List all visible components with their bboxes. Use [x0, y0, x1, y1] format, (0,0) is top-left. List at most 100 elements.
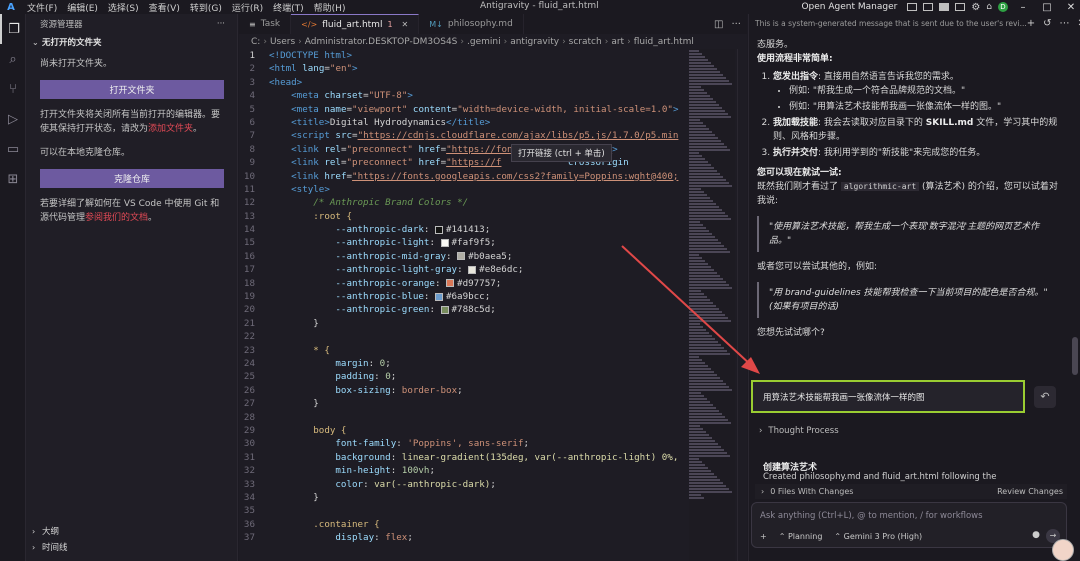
menu-item[interactable]: 帮助(H) [309, 1, 351, 14]
agent-scrollbar[interactable] [1070, 32, 1080, 486]
menu-item[interactable]: 运行(R) [227, 1, 268, 14]
code-line[interactable]: 21 } [239, 317, 747, 330]
add-folder-link[interactable]: 添加文件夹 [148, 124, 193, 134]
breadcrumb-item[interactable]: .gemini [467, 37, 501, 47]
code-line[interactable]: 7 <script src="https://cdnjs.cloudflare.… [239, 129, 747, 142]
tab-fluid-art-html[interactable]: </> fluid_art.html 1 ✕ [291, 14, 420, 34]
code-line[interactable]: 12 /* Anthropic Brand Colors */ [239, 196, 747, 209]
mode-selector[interactable]: ⌃ Planning [779, 532, 823, 541]
no-folder-section[interactable]: ⌄ 无打开的文件夹 [26, 34, 237, 50]
code-line[interactable]: 36 .container { [239, 518, 747, 531]
code-line[interactable]: 9 <link rel="preconnect" href="https://f… [239, 156, 747, 169]
maximize-icon[interactable]: □ [1038, 2, 1056, 13]
breadcrumb-item[interactable]: Users [270, 37, 295, 47]
add-context-icon[interactable]: + [760, 532, 767, 541]
code-line[interactable]: 33 color: var(--anthropic-dark); [239, 478, 747, 491]
code-line[interactable]: 2 <html lang="en"> [239, 62, 747, 75]
breadcrumb-item[interactable]: art [611, 37, 624, 47]
code-line[interactable]: 19 --anthropic-blue: #6a9bcc; [239, 290, 747, 303]
customize-layout-icon[interactable] [955, 3, 966, 11]
microphone-icon[interactable]: ● [1032, 530, 1040, 540]
clone-repo-button[interactable]: 克隆仓库 [40, 169, 224, 188]
editor-scrollbar[interactable] [737, 49, 747, 561]
extensions-icon[interactable]: ⊞ [0, 164, 26, 194]
code-line[interactable]: 16 --anthropic-mid-gray: #b0aea5; [239, 250, 747, 263]
close-window-icon[interactable]: ✕ [1062, 2, 1080, 13]
code-line[interactable]: 13 :root { [239, 210, 747, 223]
code-line[interactable]: 29 body { [239, 424, 747, 437]
breadcrumb-item[interactable]: antigravity [510, 37, 559, 47]
more-actions-icon[interactable]: ··· [217, 19, 225, 29]
menu-item[interactable]: 查看(V) [144, 1, 185, 14]
code-line[interactable]: 17 --anthropic-light-gray: #e8e6dc; [239, 263, 747, 276]
outline-section[interactable]: › 大纲 [26, 524, 238, 538]
code-line[interactable]: 11 <style> [239, 183, 747, 196]
bell-icon[interactable]: ⌂ [986, 2, 992, 12]
menu-item[interactable]: 选择(S) [103, 1, 144, 14]
code-line[interactable]: 27 } [239, 397, 747, 410]
code-line[interactable]: 1 <!DOCTYPE html> [239, 49, 747, 62]
chevron-right-icon[interactable]: › [761, 487, 764, 496]
code-line[interactable]: 32 min-height: 100vh; [239, 464, 747, 477]
menu-item[interactable]: 文件(F) [22, 1, 62, 14]
code-line[interactable]: 31 background: linear-gradient(135deg, v… [239, 451, 747, 464]
breadcrumb-item[interactable]: C: [251, 37, 260, 47]
code-line[interactable]: 23 * { [239, 344, 747, 357]
review-changes-button[interactable]: Review Changes [997, 487, 1067, 496]
code-line[interactable]: 24 margin: 0; [239, 357, 747, 370]
minimize-icon[interactable]: – [1014, 2, 1032, 13]
history-icon[interactable]: ↺ [1043, 18, 1051, 29]
split-editor-icon[interactable]: ◫ [714, 19, 723, 30]
model-selector[interactable]: ⌃ Gemini 3 Pro (High) [834, 532, 922, 541]
code-line[interactable]: 34 } [239, 491, 747, 504]
remote-explorer-icon[interactable]: ▭ [0, 134, 26, 164]
new-chat-icon[interactable]: + [1027, 18, 1035, 29]
code-line[interactable]: 4 <meta charset="UTF-8"> [239, 89, 747, 102]
undo-icon[interactable]: ↶ [1034, 386, 1056, 408]
scroll-thumb[interactable] [1072, 337, 1078, 375]
code-line[interactable]: 37 display: flex; [239, 531, 747, 544]
explorer-icon[interactable]: ❐ [0, 14, 26, 44]
settings-gear-icon[interactable]: ⚙ [971, 2, 980, 13]
code-line[interactable]: 18 --anthropic-orange: #d97757; [239, 277, 747, 290]
thought-process-toggle[interactable]: › Thought Process [759, 426, 839, 436]
breadcrumb-item[interactable]: scratch [569, 37, 602, 47]
minimap[interactable] [689, 49, 735, 561]
open-agent-manager-link[interactable]: Open Agent Manager [801, 2, 897, 12]
menu-item[interactable]: 转到(G) [185, 1, 227, 14]
search-icon[interactable]: ⌕ [0, 44, 26, 74]
code-editor[interactable]: 1 <!DOCTYPE html> 2 <html lang="en"> 3 <head>… [239, 49, 747, 561]
more-actions-icon[interactable]: ⋯ [1060, 18, 1070, 29]
code-line[interactable]: 22 [239, 330, 747, 343]
source-control-icon[interactable]: ⑂ [0, 74, 26, 104]
tab-philosophy-md[interactable]: M↓ philosophy.md [419, 14, 524, 34]
code-line[interactable]: 6 <title>Digital Hydrodynamics</title> [239, 116, 747, 129]
code-line[interactable]: 10 <link href="https://fonts.googleapis.… [239, 170, 747, 183]
breadcrumb-item[interactable]: Administrator.DESKTOP-DM3OS4S [305, 37, 458, 47]
code-line[interactable]: 35 [239, 504, 747, 517]
code-line[interactable]: 8 <link rel="preconnect" href="https://f… [239, 143, 747, 156]
breadcrumb-item[interactable]: fluid_art.html [634, 37, 694, 47]
code-line[interactable]: 30 font-family: 'Poppins', sans-serif; [239, 437, 747, 450]
code-line[interactable]: 26 box-sizing: border-box; [239, 384, 747, 397]
code-line[interactable]: 15 --anthropic-light: #faf9f5; [239, 236, 747, 249]
code-line[interactable]: 3 <head> [239, 76, 747, 89]
more-actions-icon[interactable]: ··· [731, 19, 741, 30]
layout-secondary-icon[interactable] [939, 3, 950, 11]
close-tab-icon[interactable]: ✕ [402, 20, 409, 29]
docs-link[interactable]: 参阅我们的文档 [85, 213, 148, 223]
code-line[interactable]: 14 --anthropic-dark: #141413; [239, 223, 747, 236]
user-message[interactable]: 用算法艺术技能帮我画一张像流体一样的图 [751, 380, 1025, 413]
run-debug-icon[interactable]: ▷ [0, 104, 26, 134]
open-folder-button[interactable]: 打开文件夹 [40, 80, 224, 99]
timeline-section[interactable]: › 时间线 [26, 540, 238, 554]
menu-item[interactable]: 终端(T) [268, 1, 309, 14]
account-avatar[interactable]: D [998, 2, 1008, 12]
layout-sidebar-icon[interactable] [907, 3, 918, 11]
code-line[interactable]: 28 [239, 411, 747, 424]
code-line[interactable]: 20 --anthropic-green: #788c5d; [239, 303, 747, 316]
code-line[interactable]: 5 <meta name="viewport" content="width=d… [239, 103, 747, 116]
menu-item[interactable]: 编辑(E) [62, 1, 103, 14]
code-line[interactable]: 25 padding: 0; [239, 370, 747, 383]
layout-panel-icon[interactable] [923, 3, 934, 11]
